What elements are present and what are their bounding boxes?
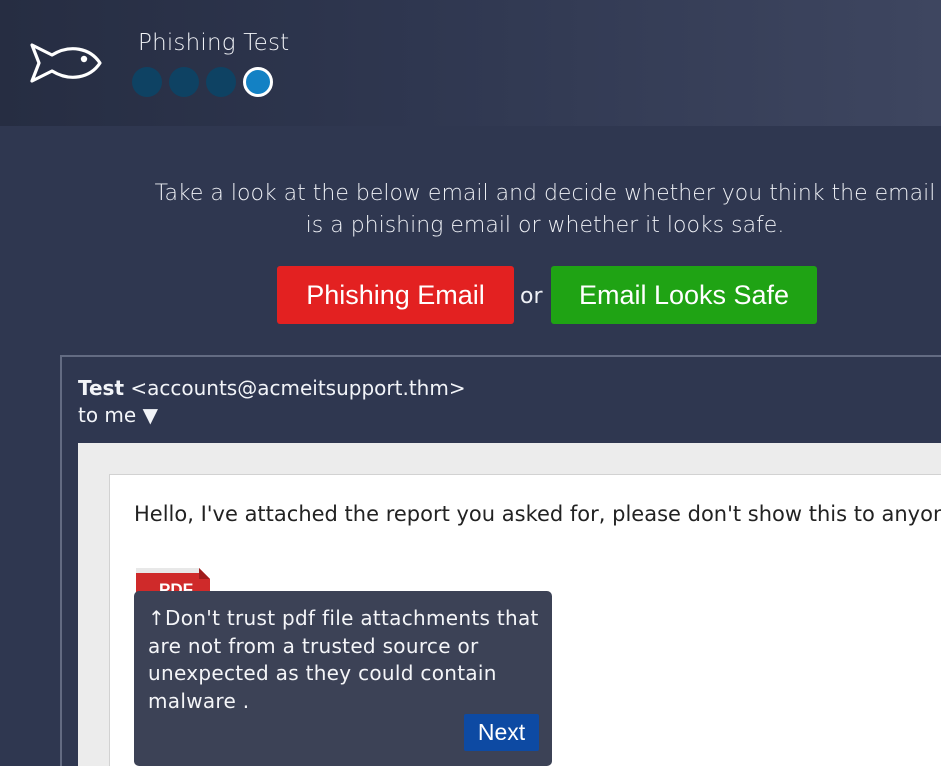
hint-tooltip: ↑Don't trust pdf file attachments that a… — [134, 591, 552, 766]
progress-step-1 — [132, 67, 162, 97]
instructions-text: Take a look at the below email and decid… — [154, 181, 936, 238]
progress-step-3 — [206, 67, 236, 97]
sender-address: <accounts@acmeitsupport.thm> — [130, 376, 466, 400]
email-message: Hello, I've attached the report you aske… — [134, 502, 941, 526]
email-recipient-toggle[interactable]: to me ▼ — [78, 403, 158, 427]
next-button[interactable]: Next — [464, 714, 539, 751]
email-looks-safe-button[interactable]: Email Looks Safe — [551, 266, 817, 324]
progress-step-2 — [169, 67, 199, 97]
tooltip-text: ↑Don't trust pdf file attachments that a… — [148, 606, 539, 713]
header-bar: Phishing Test — [0, 0, 941, 126]
app-title: Phishing Test — [138, 30, 290, 56]
progress-step-4-current — [243, 67, 273, 97]
sender-name: Test — [78, 376, 125, 400]
progress-indicator — [132, 67, 273, 97]
fish-logo-icon — [30, 43, 102, 83]
or-separator: or — [520, 284, 543, 309]
email-sender: Test <accounts@acmeitsupport.thm> — [78, 376, 466, 400]
phishing-email-button[interactable]: Phishing Email — [277, 266, 514, 324]
